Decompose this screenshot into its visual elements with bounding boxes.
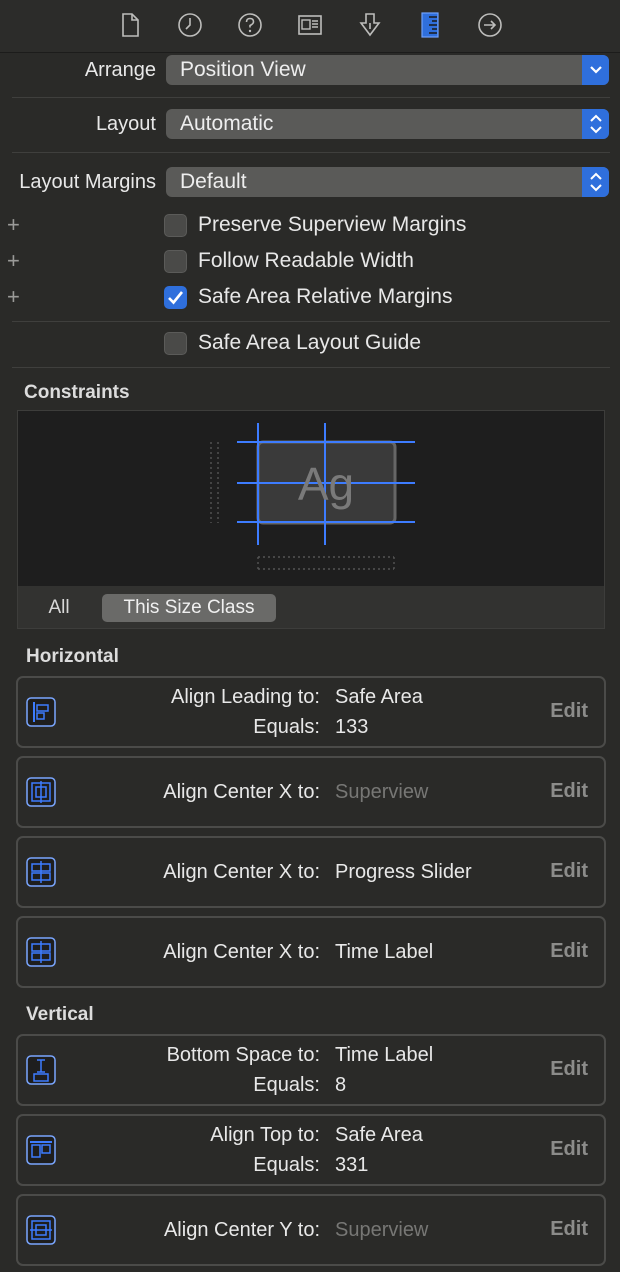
constraints-title: Constraints [24, 382, 130, 403]
edit-button[interactable]: Edit [550, 1058, 588, 1081]
constraint-row[interactable]: Align Center Y to: Superview Edit [16, 1194, 606, 1266]
size-class-segmented-control: All This Size Class [18, 586, 604, 628]
file-icon[interactable] [117, 12, 143, 38]
constraint-key: Equals: [253, 1074, 320, 1096]
layout-popup[interactable]: Automatic [166, 109, 609, 139]
connections-icon[interactable] [477, 12, 503, 38]
preserve-superview-margins-checkbox[interactable] [164, 214, 187, 237]
preserve-superview-margins-label: Preserve Superview Margins [198, 213, 467, 236]
constraint-row[interactable]: Align Center X to: Superview Edit [16, 756, 606, 828]
size-ruler-icon[interactable] [417, 12, 443, 38]
constraint-constant: 8 [335, 1074, 347, 1096]
attributes-icon[interactable] [357, 12, 383, 38]
vertical-title: Vertical [26, 1004, 94, 1025]
arrange-popup[interactable]: Position View [166, 55, 609, 85]
horizontal-title: Horizontal [26, 646, 119, 667]
layout-margins-value: Default [180, 170, 247, 193]
follow-readable-width-checkbox[interactable] [164, 250, 187, 273]
edit-button[interactable]: Edit [550, 700, 588, 723]
align-top-icon [26, 1135, 56, 1165]
constraint-key: Align Top to: [210, 1124, 320, 1146]
align-center-x-icon [26, 777, 56, 807]
edit-button[interactable]: Edit [550, 940, 588, 963]
help-icon[interactable] [237, 12, 263, 38]
inspector-toolbar [0, 0, 620, 53]
constraint-row[interactable]: Align Leading to: Safe Area Equals: 133 … [16, 676, 606, 748]
constraints-diagram: Ag [210, 423, 415, 570]
safe-area-layout-guide-label: Safe Area Layout Guide [198, 331, 421, 354]
constraint-value: Time Label [335, 941, 434, 963]
constraints-preview: Ag All This Size Class [17, 410, 605, 629]
add-variation-button[interactable]: + [7, 214, 20, 236]
arrange-label: Arrange [84, 59, 156, 81]
add-variation-button[interactable]: + [7, 250, 20, 272]
history-icon[interactable] [177, 12, 203, 38]
constraint-key: Align Leading to: [170, 686, 320, 708]
up-down-chevron-icon[interactable] [582, 109, 609, 139]
chevron-down-icon[interactable] [582, 55, 609, 85]
constraint-key: Equals: [253, 716, 320, 738]
align-center-x-icon [26, 937, 56, 967]
constraint-constant: 133 [335, 716, 369, 738]
arrange-value: Position View [180, 58, 306, 81]
constraint-value: Time Label [335, 1044, 434, 1066]
constraint-key: Align Center X to: [163, 941, 320, 963]
constraint-row[interactable]: Align Center X to: Time Label Edit [16, 916, 606, 988]
segment-all[interactable]: All [34, 594, 84, 622]
edit-button[interactable]: Edit [550, 1218, 588, 1241]
divider [12, 367, 610, 368]
constraint-value: Safe Area [335, 686, 423, 708]
align-center-y-icon [26, 1215, 56, 1245]
align-leading-icon [26, 697, 56, 727]
segment-this-size-class[interactable]: This Size Class [102, 594, 276, 622]
constraint-value: Safe Area [335, 1124, 423, 1146]
edit-button[interactable]: Edit [550, 780, 588, 803]
bottom-space-icon [26, 1055, 56, 1085]
constraint-key: Equals: [253, 1154, 320, 1176]
divider [12, 97, 610, 98]
add-variation-button[interactable]: + [7, 286, 20, 308]
safe-area-layout-guide-checkbox[interactable] [164, 332, 187, 355]
constraint-row[interactable]: Align Center X to: Progress Slider Edit [16, 836, 606, 908]
safe-area-relative-margins-label: Safe Area Relative Margins [198, 285, 453, 308]
constraint-constant: 331 [335, 1154, 369, 1176]
constraint-value: Superview [335, 1219, 429, 1241]
layout-margins-label: Layout Margins [19, 171, 156, 193]
divider [12, 321, 610, 322]
up-down-chevron-icon[interactable] [582, 167, 609, 197]
divider [12, 152, 610, 153]
constraint-key: Align Center Y to: [163, 1219, 320, 1241]
follow-readable-width-label: Follow Readable Width [198, 249, 414, 272]
constraint-value: Progress Slider [335, 861, 472, 883]
layout-value: Automatic [180, 112, 274, 135]
edit-button[interactable]: Edit [550, 1138, 588, 1161]
constraint-key: Align Center X to: [163, 861, 320, 883]
layout-label: Layout [95, 113, 156, 135]
safe-area-relative-margins-checkbox[interactable] [164, 286, 187, 309]
constraint-row[interactable]: Bottom Space to: Time Label Equals: 8 Ed… [16, 1034, 606, 1106]
align-center-x-icon [26, 857, 56, 887]
constraint-value: Superview [335, 781, 429, 803]
edit-button[interactable]: Edit [550, 860, 588, 883]
constraint-row[interactable]: Align Top to: Safe Area Equals: 331 Edit [16, 1114, 606, 1186]
preview-text: Ag [298, 458, 354, 510]
checkmark-icon [168, 291, 184, 305]
layout-margins-popup[interactable]: Default [166, 167, 609, 197]
constraint-key: Align Center X to: [163, 781, 320, 803]
identity-icon[interactable] [297, 12, 323, 38]
constraint-key: Bottom Space to: [166, 1044, 320, 1066]
